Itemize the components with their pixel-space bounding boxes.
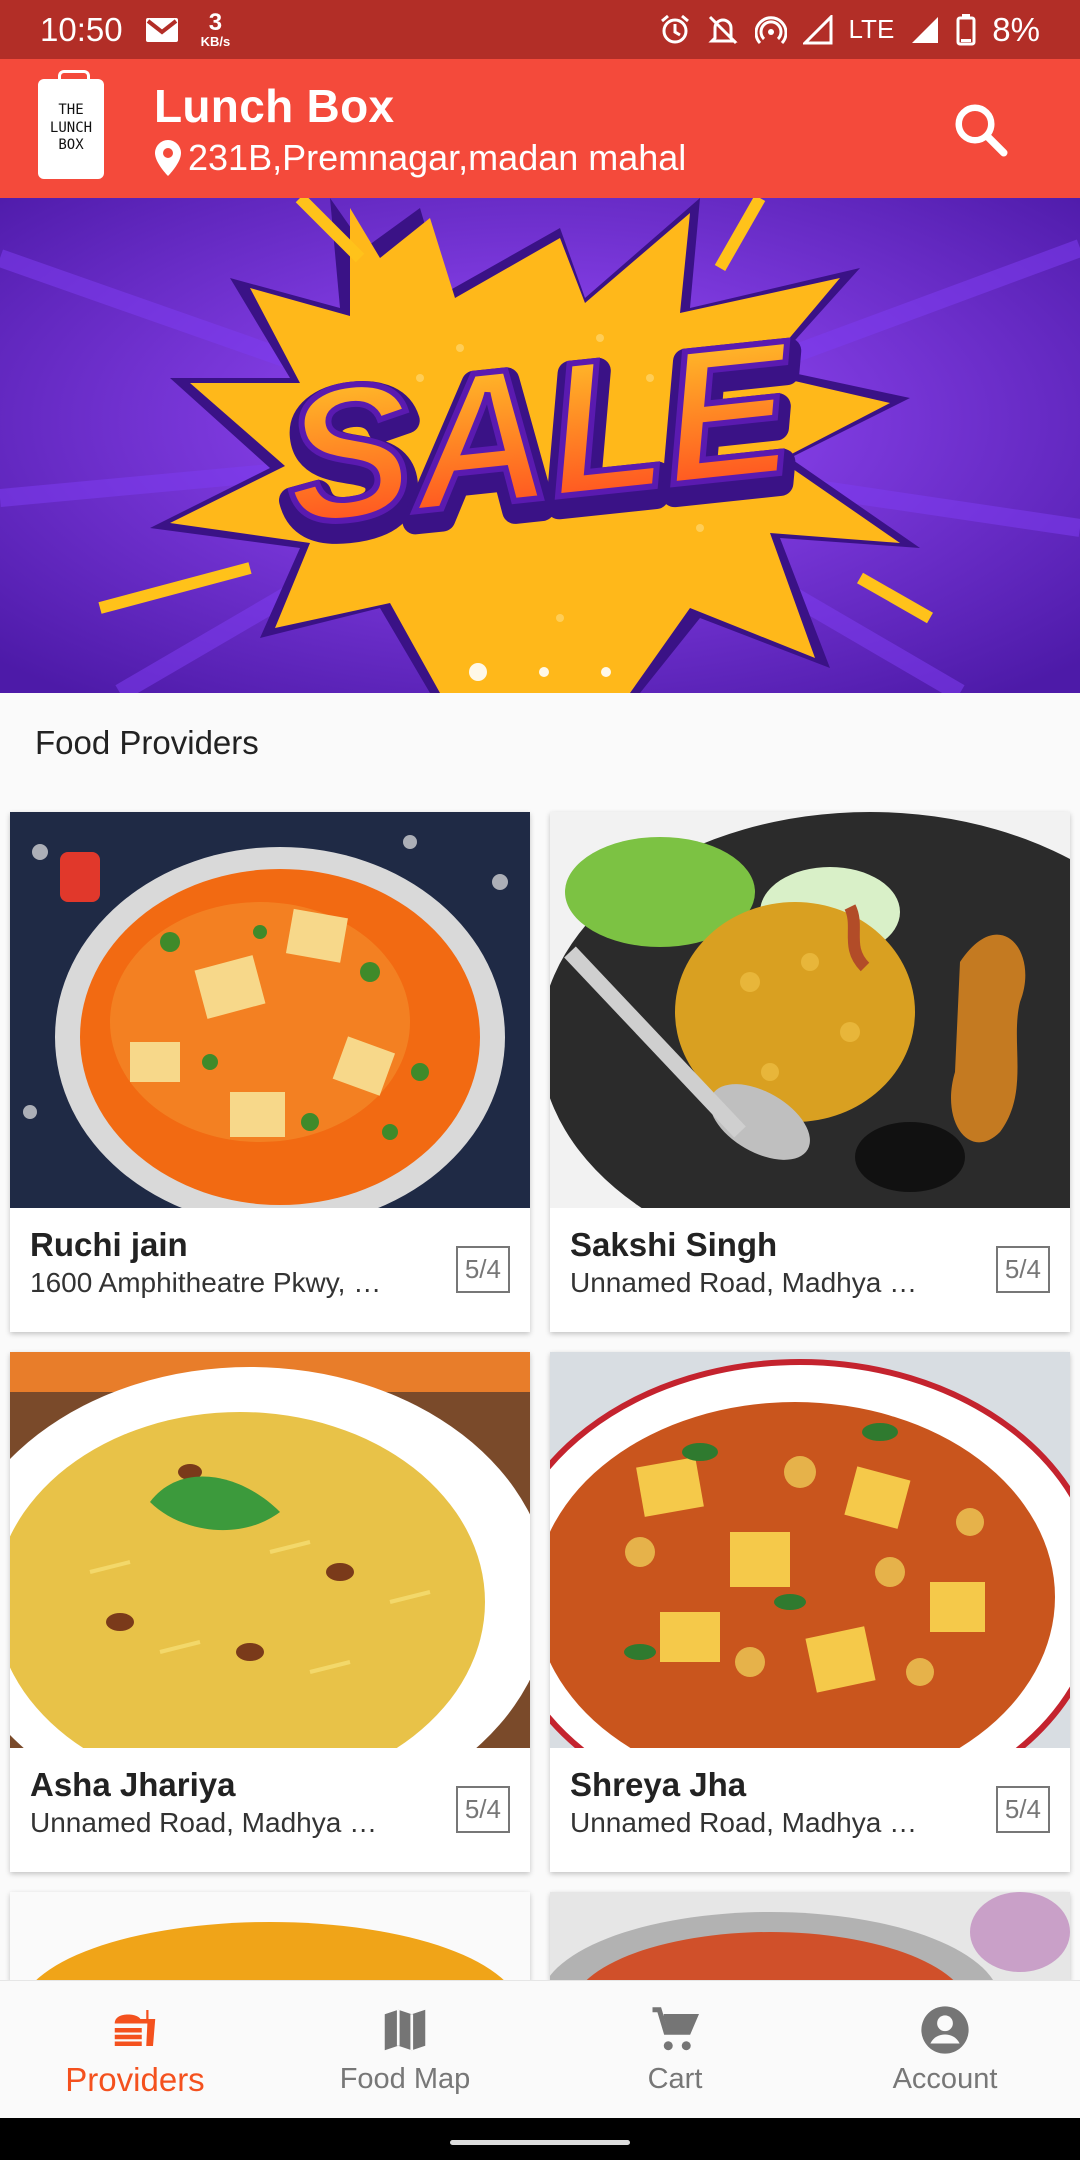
location-pin-icon (155, 139, 181, 176)
provider-name: Sakshi Singh (570, 1226, 778, 1263)
provider-name: Shreya Jha (570, 1766, 747, 1803)
data-speed: 3 KB/s (200, 9, 231, 49)
carousel-dot[interactable] (601, 667, 611, 677)
provider-card[interactable] (10, 1892, 530, 1982)
provider-rating-badge: 5/4 (455, 1786, 510, 1833)
provider-card[interactable]: Asha Jhariya Unnamed Road, Madhya … 5/4 (10, 1352, 530, 1872)
provider-card[interactable] (550, 1892, 1070, 1982)
signal-strength-icon (912, 16, 939, 43)
provider-address: Unnamed Road, Madhya … (570, 1807, 918, 1838)
battery-icon (956, 13, 976, 45)
provider-name: Ruchi jain (30, 1226, 188, 1263)
provider-food-image (10, 1352, 530, 1748)
provider-food-image (10, 812, 530, 1208)
provider-food-image (10, 1892, 530, 1982)
provider-address: 1600 Amphitheatre Pkwy, … (30, 1267, 382, 1298)
home-gesture-handle[interactable] (450, 2140, 630, 2145)
map-icon (384, 2009, 426, 2051)
provider-card[interactable]: Shreya Jha Unnamed Road, Madhya … 5/4 (550, 1352, 1070, 1872)
promo-banner-carousel[interactable]: SALE SALE (0, 198, 1080, 693)
provider-rating-badge: 5/4 (995, 1246, 1050, 1293)
provider-food-image (550, 1352, 1070, 1748)
nav-label: Providers (65, 2060, 205, 2098)
network-type: LTE (848, 14, 895, 44)
nav-label: Account (892, 2063, 998, 2095)
delivery-address[interactable]: 231B,Premnagar,madan mahal (154, 137, 686, 179)
app-title: Lunch Box (154, 79, 395, 132)
provider-card[interactable]: Sakshi Singh Unnamed Road, Madhya … 5/4 (550, 812, 1070, 1332)
nav-item-account[interactable]: Account (810, 1981, 1080, 2118)
nav-item-cart[interactable]: Cart (540, 1981, 810, 2118)
gmail-icon (145, 17, 178, 42)
provider-rating-badge: 5/4 (995, 1786, 1050, 1833)
provider-card[interactable]: Ruchi jain 1600 Amphitheatre Pkwy, … 5/4 (10, 812, 530, 1332)
account-icon (921, 2006, 969, 2054)
address-text: 231B,Premnagar,madan mahal (188, 136, 687, 178)
battery-level: 8% (992, 10, 1040, 48)
notifications-off-icon (707, 15, 738, 44)
nav-item-food-map[interactable]: Food Map (270, 1981, 540, 2118)
section-title-food-providers: Food Providers (35, 724, 259, 761)
cart-icon (652, 2007, 700, 2051)
status-time: 10:50 (40, 10, 123, 48)
sale-banner-image: SALE SALE (0, 198, 1080, 693)
provider-food-image (550, 1892, 1070, 1982)
provider-address: Unnamed Road, Madhya … (30, 1807, 378, 1838)
carousel-dot[interactable] (469, 663, 487, 681)
alarm-icon (660, 14, 689, 43)
providers-grid: Ruchi jain 1600 Amphitheatre Pkwy, … 5/4… (10, 812, 1070, 1982)
hotspot-icon (754, 15, 787, 44)
lunch-box-logo: THE LUNCH BOX (38, 69, 104, 179)
app-bar: THE LUNCH BOX Lunch Box 231B,Premnagar,m… (0, 59, 1080, 198)
provider-address: Unnamed Road, Madhya … (570, 1267, 918, 1298)
search-icon[interactable] (950, 99, 1010, 159)
provider-food-image (550, 812, 1070, 1208)
provider-name: Asha Jhariya (30, 1766, 236, 1803)
carousel-dot[interactable] (539, 667, 549, 677)
nav-item-providers[interactable]: Providers (0, 1981, 270, 2118)
nav-label: Cart (647, 2063, 703, 2095)
system-navigation-bar (0, 2118, 1080, 2160)
providers-icon (114, 2009, 156, 2046)
bottom-navigation: Providers Food Map Cart Account (0, 1980, 1080, 2118)
status-bar: 10:50 3 KB/s LTE 8% (0, 0, 1080, 59)
provider-rating-badge: 5/4 (455, 1246, 510, 1293)
signal-icon (802, 14, 833, 44)
carousel-indicator[interactable] (0, 663, 1080, 681)
nav-label: Food Map (339, 2063, 471, 2095)
